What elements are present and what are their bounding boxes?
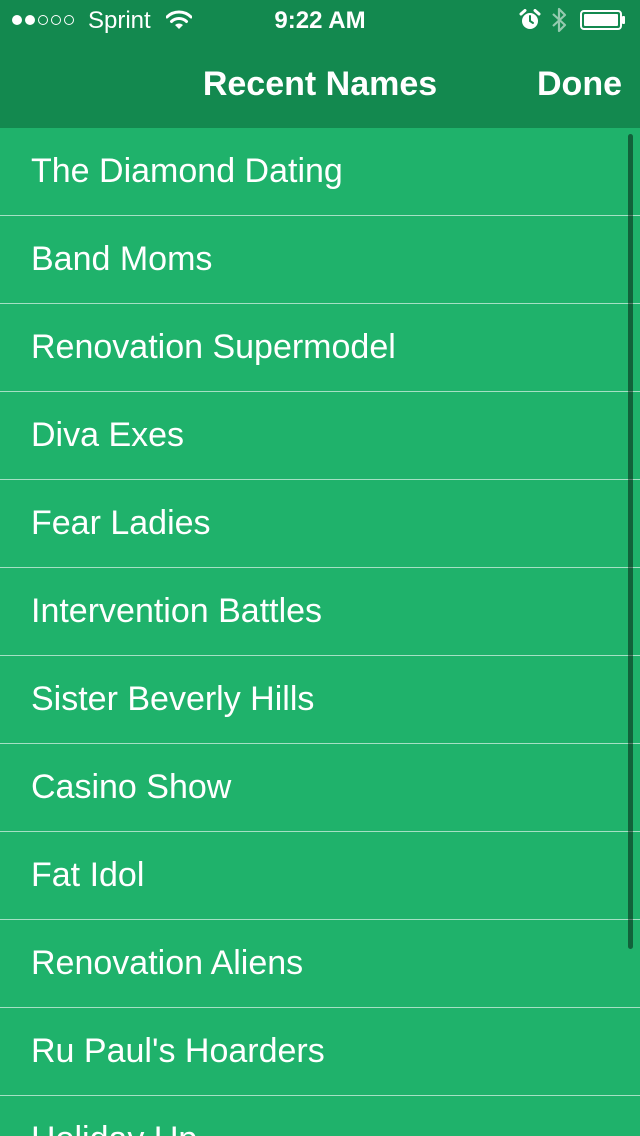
list-item[interactable]: Fear Ladies xyxy=(0,480,640,568)
list-item-label: Renovation Supermodel xyxy=(31,328,396,366)
list-item[interactable]: Ru Paul's Hoarders xyxy=(0,1008,640,1096)
list-item-label: Ru Paul's Hoarders xyxy=(31,1032,325,1070)
list-item[interactable]: Band Moms xyxy=(0,216,640,304)
list-item-label: Fat Idol xyxy=(31,856,145,894)
list-item-label: Band Moms xyxy=(31,240,213,278)
done-button[interactable]: Done xyxy=(537,40,622,128)
navigation-bar: Recent Names Done xyxy=(0,40,640,128)
alarm-icon xyxy=(519,9,541,29)
list-item-label: Casino Show xyxy=(31,768,232,806)
list-item[interactable]: The Diamond Dating xyxy=(0,128,640,216)
list-item[interactable]: Fat Idol xyxy=(0,832,640,920)
list-item[interactable]: Renovation Aliens xyxy=(0,920,640,1008)
list-item[interactable]: Diva Exes xyxy=(0,392,640,480)
list-item-label: Renovation Aliens xyxy=(31,944,304,982)
list-item[interactable]: Sister Beverly Hills xyxy=(0,656,640,744)
list-item-label: Diva Exes xyxy=(31,416,185,454)
app-screen: Sprint 9:22 AM Recent Names Done The Dia… xyxy=(0,0,640,1136)
bluetooth-icon xyxy=(552,7,567,33)
list-item-label: Sister Beverly Hills xyxy=(31,680,315,718)
list-item-label: Holiday Up xyxy=(31,1096,197,1136)
scrollbar[interactable] xyxy=(628,134,633,949)
battery-icon xyxy=(580,10,625,30)
list-item[interactable]: Intervention Battles xyxy=(0,568,640,656)
list-item-label: Intervention Battles xyxy=(31,592,323,630)
status-time: 9:22 AM xyxy=(274,7,366,34)
list-item[interactable]: Renovation Supermodel xyxy=(0,304,640,392)
list-item-label: The Diamond Dating xyxy=(31,152,343,190)
top-bar: Sprint 9:22 AM Recent Names Done xyxy=(0,0,640,128)
list-item-label: Fear Ladies xyxy=(31,504,211,542)
list-item[interactable]: Casino Show xyxy=(0,744,640,832)
status-bar: Sprint 9:22 AM xyxy=(0,0,640,40)
recent-names-list[interactable]: The Diamond Dating Band Moms Renovation Su… xyxy=(0,128,640,1136)
list-item[interactable]: Holiday Up xyxy=(0,1096,640,1136)
